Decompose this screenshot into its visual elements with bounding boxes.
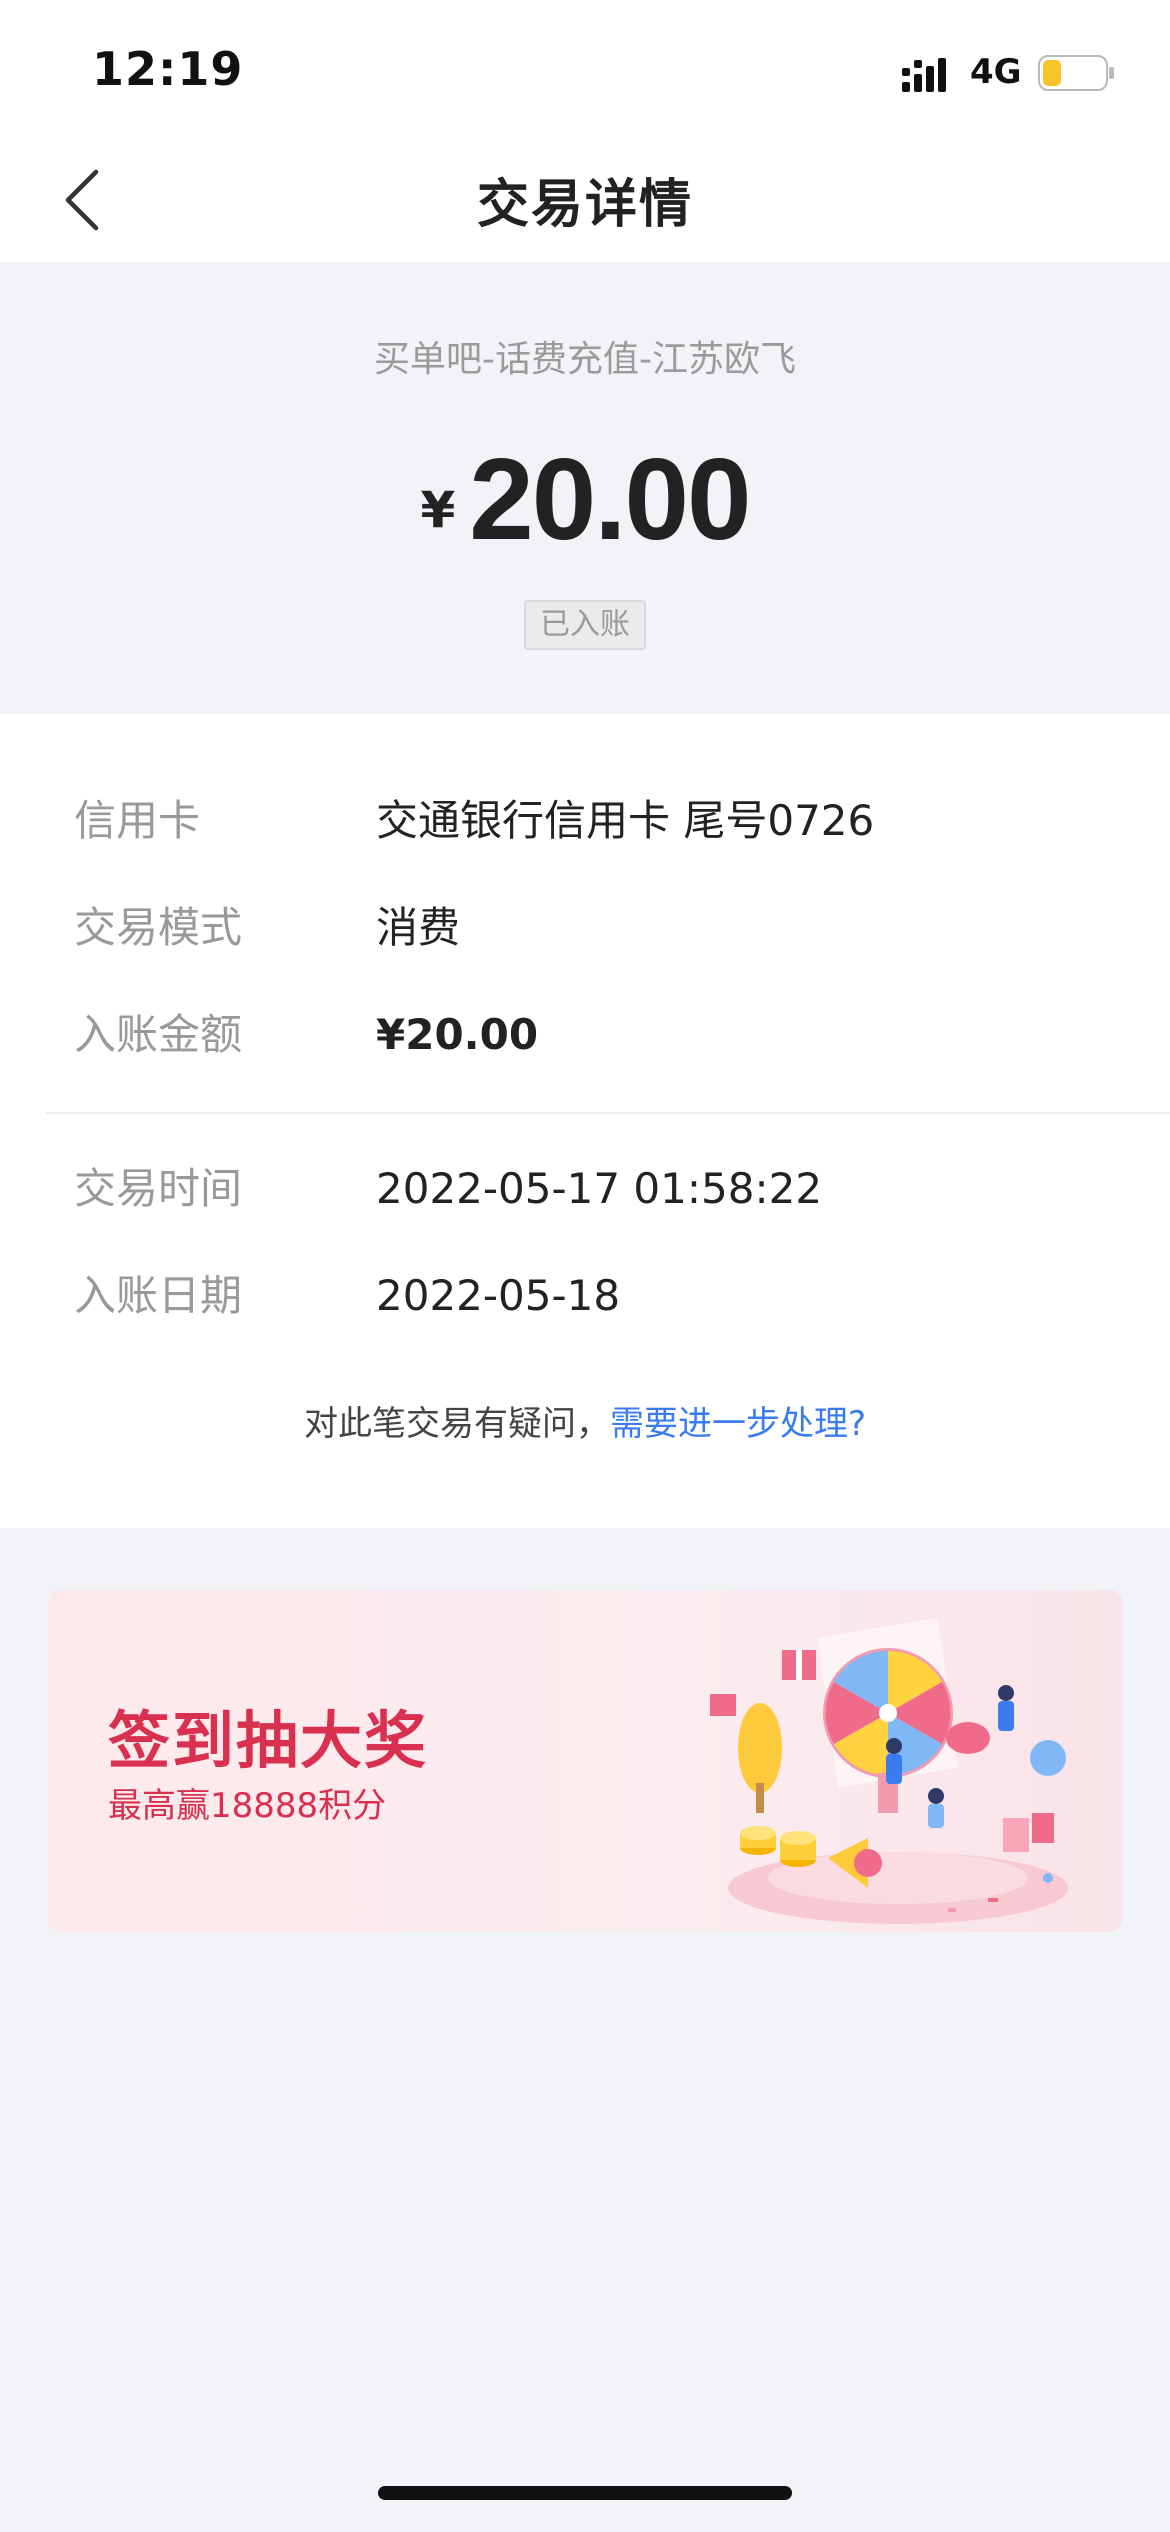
prize-wheel-illustration-icon (710, 1618, 1068, 1924)
detail-label: 交易模式 (74, 903, 243, 952)
detail-label: 入账日期 (74, 1271, 243, 1320)
divider (46, 1112, 1170, 1114)
detail-label: 交易时间 (74, 1164, 243, 1213)
network-type: 4G (970, 52, 1022, 92)
battery-low-icon (1038, 55, 1114, 91)
inquiry-line: 对此笔交易有疑问，需要进一步处理? (0, 1400, 1170, 1448)
promo-title: 签到抽大奖 (108, 1704, 429, 1777)
status-badge: 已入账 (524, 600, 646, 650)
promo-subtitle: 最高赢18888积分 (108, 1786, 387, 1826)
detail-label: 入账金额 (74, 1010, 243, 1059)
chevron-left-icon (65, 169, 99, 231)
status-bar: 12:19 4G (0, 0, 1170, 140)
detail-value: 交通银行信用卡 尾号0726 (376, 796, 875, 845)
detail-row-mode: 交易模式 消费 (0, 893, 1170, 963)
detail-value: 2022-05-18 (376, 1271, 621, 1320)
back-button[interactable] (50, 160, 130, 240)
detail-row-posted-amount: 入账金额 ¥20.00 (0, 1000, 1170, 1070)
page-title: 交易详情 (476, 175, 693, 235)
transaction-details: 信用卡 交通银行信用卡 尾号0726 交易模式 消费 入账金额 ¥20.00 交… (0, 714, 1170, 1528)
transaction-summary: 买单吧-话费充值-江苏欧飞 ¥20.00 已入账 (0, 262, 1170, 714)
home-indicator[interactable] (378, 2486, 792, 2500)
detail-row-card: 信用卡 交通银行信用卡 尾号0726 (0, 786, 1170, 856)
amount: ¥20.00 (0, 432, 1170, 566)
amount-value: 20.00 (469, 434, 751, 564)
currency-symbol: ¥ (420, 481, 456, 539)
detail-value: 2022-05-17 01:58:22 (376, 1164, 823, 1213)
status-time: 12:19 (92, 42, 244, 96)
further-processing-link[interactable]: 需要进一步处理? (610, 1404, 866, 1444)
detail-row-posting-date: 入账日期 2022-05-18 (0, 1261, 1170, 1331)
merchant-name: 买单吧-话费充值-江苏欧飞 (374, 339, 796, 380)
detail-value: 消费 (376, 903, 461, 952)
detail-label: 信用卡 (74, 796, 201, 845)
inquiry-text: 对此笔交易有疑问， (303, 1404, 610, 1444)
detail-row-transaction-time: 交易时间 2022-05-17 01:58:22 (0, 1154, 1170, 1224)
detail-value: ¥20.00 (376, 1010, 539, 1059)
signal-bars-icon (902, 58, 946, 92)
nav-bar: 交易详情 (0, 140, 1170, 262)
promo-banner[interactable]: 签到抽大奖 最高赢18888积分 (48, 1590, 1122, 1932)
